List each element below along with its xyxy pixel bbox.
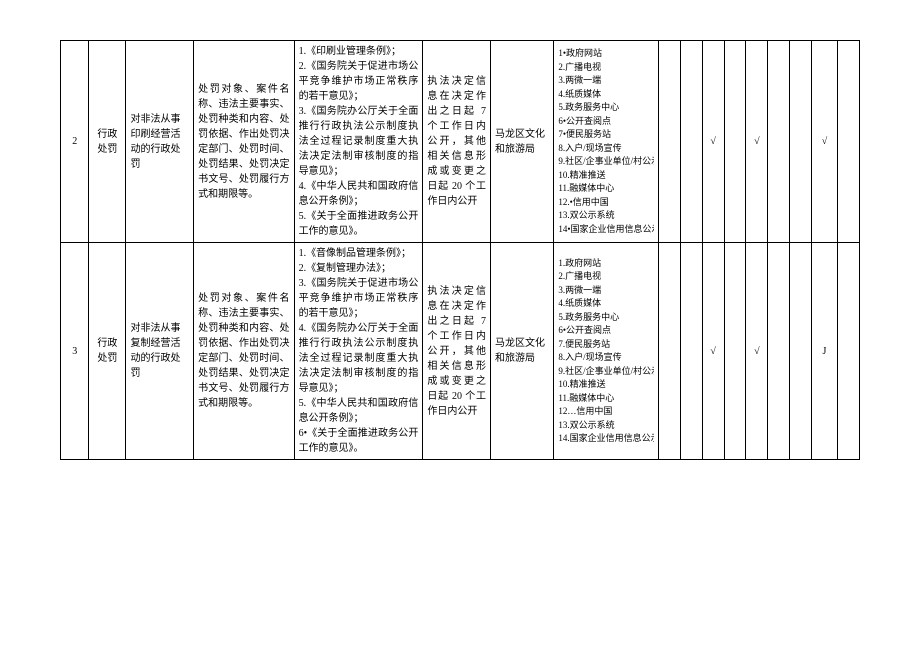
cell-check	[838, 41, 860, 243]
cell-check: J	[811, 243, 837, 460]
cell-check	[838, 243, 860, 460]
cell-category: 行政处罚	[89, 41, 126, 243]
cell-channels: 1.政府网站 2.广播电视 3.两微一端 4.纸质媒体 5.政务服务中心 6•公…	[554, 243, 659, 460]
cell-check	[680, 41, 702, 243]
cell-dept: 马龙区文化和旅游局	[491, 41, 554, 243]
table-row: 2 行政处罚 对非法从事印刷经营活动的行政处罚 处罚对象、案件名称、违法主要事实…	[61, 41, 860, 243]
cell-index: 2	[61, 41, 89, 243]
channel-item: 12…信用中国	[558, 405, 654, 419]
channel-item: 5.政务服务中心	[558, 101, 654, 115]
channel-item: 8.入户/现场宣传	[558, 142, 654, 156]
channel-item: 2.广播电视	[558, 270, 654, 284]
channel-item: 1.政府网站	[558, 257, 654, 271]
channel-item: 3.两微一端	[558, 284, 654, 298]
channel-item: 7•便民服务站	[558, 128, 654, 142]
cell-check	[724, 41, 746, 243]
channel-item: 11.融媒体中心	[558, 392, 654, 406]
cell-content: 处罚对象、案件名称、违法主要事实、处罚种类和内容、处罚依据、作出处罚决定部门、处…	[194, 41, 294, 243]
channel-item: 14•国家企业信用信息公示系统	[558, 223, 654, 237]
cell-check	[680, 243, 702, 460]
channel-item: 4.纸质媒体	[558, 88, 654, 102]
cell-index: 3	[61, 243, 89, 460]
channel-item: 10.精准推送	[558, 169, 654, 183]
channel-item: 14.国家企业信用信息公示系统	[558, 432, 654, 446]
cell-check	[659, 41, 681, 243]
cell-category: 行政处罚	[89, 243, 126, 460]
cell-check: √	[746, 243, 768, 460]
cell-check: √	[811, 41, 837, 243]
channel-item: 9.社区/企事业单位/村公示栏（电子屏）	[558, 155, 654, 169]
channel-item: 4.纸质媒体	[558, 297, 654, 311]
channel-item: 6•公开查阅点	[558, 324, 654, 338]
channel-item: 10.精准推送	[558, 378, 654, 392]
cell-action: 对非法从事印刷经营活动的行政处罚	[126, 41, 194, 243]
policy-table: 2 行政处罚 对非法从事印刷经营活动的行政处罚 处罚对象、案件名称、违法主要事实…	[60, 40, 860, 460]
cell-check: √	[746, 41, 768, 243]
channel-item: 1•政府网站	[558, 47, 654, 61]
cell-time: 执法决定信息在决定作出之日起 7 个工作日内公开，其他相关信息形成或变更之日起 …	[423, 243, 491, 460]
channel-item: 3.两微一端	[558, 74, 654, 88]
cell-check	[724, 243, 746, 460]
cell-check	[768, 243, 790, 460]
cell-content: 处罚对象、案件名称、违法主要事实、处罚种类和内容、处罚依据、作出处罚决定部门、处…	[194, 243, 294, 460]
channel-item: 11.融媒体中心	[558, 182, 654, 196]
channel-item: 7.便民服务站	[558, 338, 654, 352]
cell-check: √	[702, 41, 724, 243]
channel-item: 13.双公示系统	[558, 209, 654, 223]
channel-item: 9.社区/企事业单位/村公示栏（电子屏）	[558, 365, 654, 379]
cell-action: 对非法从事复制经营活动的行政处罚	[126, 243, 194, 460]
channel-item: 6•公开查阅点	[558, 115, 654, 129]
cell-time: 执法决定信息在决定作出之日起 7 个工作日内公开，其他相关信息形成或变更之日起 …	[423, 41, 491, 243]
cell-check	[768, 41, 790, 243]
channel-item: 5.政务服务中心	[558, 311, 654, 325]
cell-channels: 1•政府网站 2.广播电视 3.两微一端 4.纸质媒体 5.政务服务中心 6•公…	[554, 41, 659, 243]
table-body: 2 行政处罚 对非法从事印刷经营活动的行政处罚 处罚对象、案件名称、违法主要事实…	[61, 41, 860, 460]
channel-item: 2.广播电视	[558, 61, 654, 75]
channel-item: 12.•信用中国	[558, 196, 654, 210]
cell-basis: 1.《印刷业管理条例》；2.《国务院关于促进市场公平竞争维护市场正常秩序的若干意…	[294, 41, 423, 243]
cell-check	[790, 41, 812, 243]
channel-item: 8.入户/现场宣传	[558, 351, 654, 365]
cell-basis: 1.《音像制品管理条例》；2.《复制管理办法》；3.《国务院关于促进市场公平竞争…	[294, 243, 423, 460]
cell-check	[790, 243, 812, 460]
table-row: 3 行政处罚 对非法从事复制经营活动的行政处罚 处罚对象、案件名称、违法主要事实…	[61, 243, 860, 460]
channel-item: 13.双公示系统	[558, 419, 654, 433]
cell-check	[659, 243, 681, 460]
cell-dept: 马龙区文化和旅游局	[491, 243, 554, 460]
cell-check: √	[702, 243, 724, 460]
